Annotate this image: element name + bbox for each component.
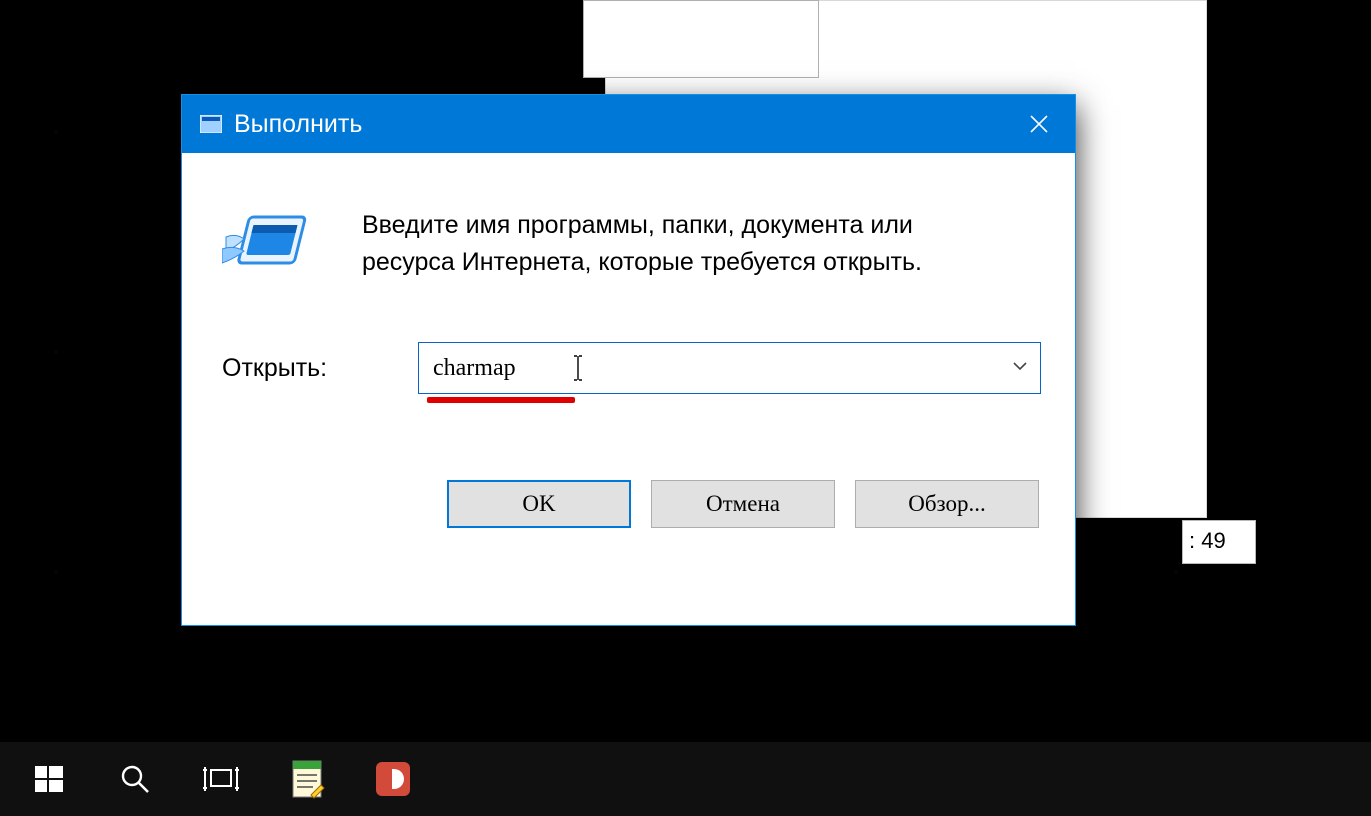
task-view-button[interactable] [178,742,264,816]
dialog-description: Введите имя программы, папки, документа … [362,207,1002,280]
close-button[interactable] [1003,95,1075,153]
search-button[interactable] [92,742,178,816]
task-view-icon [201,763,241,795]
taskbar-app-notepad[interactable] [264,742,350,816]
browse-button[interactable]: Обзор... [855,480,1039,528]
background-window-edge [583,0,819,78]
taskbar-app-recorder[interactable] [350,742,436,816]
dialog-button-row: OK Отмена Обзор... [222,480,1041,528]
recorder-app-icon [374,760,412,798]
chevron-down-icon [1012,358,1028,374]
open-label: Открыть: [222,354,418,383]
start-button[interactable] [6,742,92,816]
search-icon [118,762,152,796]
open-input[interactable] [419,355,1000,382]
tooltip-fragment: : 49 [1182,520,1256,564]
notepad-app-icon [289,759,325,799]
cancel-button[interactable]: Отмена [651,480,835,528]
windows-start-icon [33,763,65,795]
run-title-icon [200,115,222,133]
dialog-title: Выполнить [234,110,362,139]
run-dialog: Выполнить Введите имя программы, папки, … [181,94,1076,626]
open-combobox[interactable] [418,342,1041,394]
annotation-underline [427,397,575,403]
dropdown-button[interactable] [1000,358,1040,379]
taskbar[interactable] [0,742,1371,816]
text-cursor-icon [571,355,585,381]
close-icon [1029,114,1049,134]
run-dialog-icon [222,207,318,286]
titlebar[interactable]: Выполнить [182,95,1075,153]
ok-button[interactable]: OK [447,480,631,528]
